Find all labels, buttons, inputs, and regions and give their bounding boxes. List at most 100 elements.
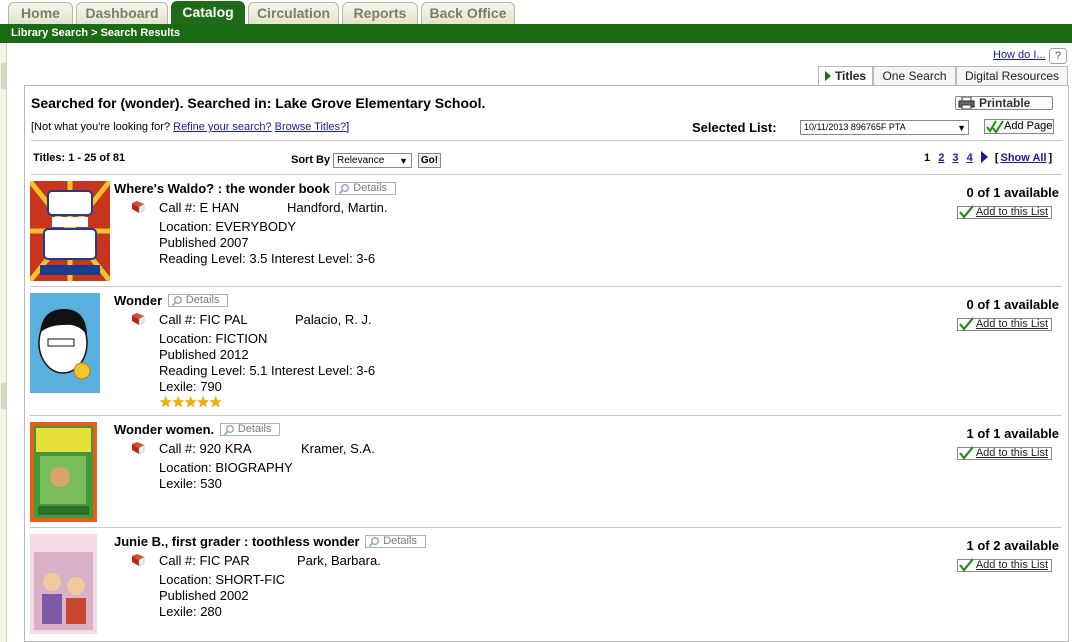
triangle-right-icon [824, 71, 831, 81]
author: Handford, Martin. [287, 200, 388, 215]
details-label: Details [185, 294, 220, 306]
result-title[interactable]: Wonder Details [114, 293, 229, 308]
page-link-3[interactable]: 3 [952, 152, 958, 164]
page-link-4[interactable]: 4 [967, 152, 973, 164]
result-title-text[interactable]: Junie B., first grader : toothless wonde… [114, 534, 360, 549]
tab-reports[interactable]: Reports [342, 2, 418, 24]
call-number: Call #: 920 KRA Kramer, S.A. [159, 441, 375, 456]
divider [31, 174, 1062, 175]
tab-home[interactable]: Home [8, 2, 73, 24]
details-button[interactable]: Details [335, 182, 396, 195]
tab-titles[interactable]: Titles [818, 66, 873, 86]
cover-image [30, 534, 97, 634]
call-number: Call #: FIC PAL Palacio, R. J. [159, 312, 372, 327]
details-button[interactable]: Details [167, 294, 229, 307]
double-check-icon [986, 120, 1004, 134]
call-number-text: Call #: FIC PAR [159, 553, 250, 568]
details-label: Details [237, 423, 272, 435]
bracket-close: ] [1048, 152, 1053, 164]
details-label: Details [383, 535, 417, 547]
browse-titles-link[interactable]: Browse Titles? [275, 121, 347, 133]
cover-image [30, 181, 110, 281]
pagination: 1 2 3 4 [Show All] [924, 151, 1057, 164]
left-edge-handle[interactable] [0, 43, 7, 642]
add-to-list-label: Add to this List [975, 447, 1048, 459]
book-cover[interactable] [30, 422, 110, 522]
result-title-text[interactable]: Wonder women. [114, 422, 214, 437]
printable-button[interactable]: Printable [955, 96, 1053, 110]
not-what-message: [Not what you're looking for? Refine you… [31, 121, 349, 133]
add-to-list-button[interactable]: Add to this List [956, 317, 1052, 331]
tab-back-office[interactable]: Back Office [421, 2, 515, 24]
star-icon: ★ [196, 394, 210, 411]
tab-digital-resources[interactable]: Digital Resources [956, 66, 1068, 86]
result-item: Junie B., first grader : toothless wonde… [30, 534, 1062, 642]
lexile: Lexile: 530 [159, 476, 222, 491]
details-button[interactable]: Details [219, 423, 281, 436]
result-item: Where's Waldo? : the wonder book Details… [30, 181, 1062, 287]
details-button[interactable]: Details [365, 535, 426, 548]
add-page-button[interactable]: Add Page [984, 119, 1054, 134]
divider [31, 140, 1062, 141]
result-title[interactable]: Where's Waldo? : the wonder book Details [114, 181, 396, 196]
tab-one-search[interactable]: One Search [873, 66, 956, 86]
add-to-list-label: Add to this List [975, 318, 1048, 330]
magnifier-icon [339, 184, 350, 194]
cover-image [30, 293, 100, 393]
magnifier-icon [223, 425, 234, 435]
tab-catalog[interactable]: Catalog [171, 1, 245, 24]
page-current: 1 [924, 152, 931, 164]
next-page-icon[interactable] [980, 151, 988, 163]
book-cover[interactable] [30, 534, 110, 634]
tab-titles-label: Titles [834, 69, 867, 83]
result-title-text[interactable]: Where's Waldo? : the wonder book [114, 181, 330, 196]
cover-image [30, 422, 97, 522]
location: Location: SHORT-FIC [159, 572, 286, 587]
tab-circulation[interactable]: Circulation [248, 2, 339, 24]
selected-list-label: Selected List: [692, 120, 777, 135]
edge-nub [1, 383, 6, 409]
add-to-list-button[interactable]: Add to this List [956, 558, 1052, 572]
book-icon [132, 201, 145, 214]
edge-nub [1, 63, 6, 89]
book-icon [132, 313, 145, 326]
result-title[interactable]: Wonder women. Details [114, 422, 281, 437]
add-to-list-button[interactable]: Add to this List [956, 446, 1052, 460]
author: Park, Barbara. [297, 553, 381, 568]
result-title[interactable]: Junie B., first grader : toothless wonde… [114, 534, 426, 549]
lexile: Lexile: 280 [159, 604, 222, 619]
how-do-i-link[interactable]: How do I... [993, 49, 1046, 61]
location: Location: EVERYBODY [159, 219, 297, 234]
details-label: Details [353, 182, 387, 194]
sort-by-select[interactable]: Relevance ▼ [333, 153, 412, 168]
page-link-2[interactable]: 2 [938, 152, 944, 164]
refine-search-link[interactable]: Refine your search? [173, 121, 271, 133]
published: Published 2007 [159, 235, 249, 250]
result-title-text[interactable]: Wonder [114, 293, 162, 308]
book-cover[interactable] [30, 293, 110, 393]
book-icon [132, 554, 145, 567]
show-all-link[interactable]: Show All [1000, 152, 1046, 164]
main-nav: Home Dashboard Catalog Circulation Repor… [0, 0, 1072, 24]
bracket-open: [ [994, 152, 999, 164]
go-button[interactable]: Go! [418, 153, 441, 168]
add-to-list-label: Add to this List [975, 559, 1048, 571]
add-page-label: Add Page [1004, 120, 1053, 132]
selected-list-select[interactable]: 10/11/2013 896765F PTA ▼ [800, 120, 969, 135]
levels: Reading Level: 3.5 Interest Level: 3-6 [159, 251, 376, 266]
lexile: Lexile: 790 [159, 379, 222, 394]
availability: 1 of 2 available [966, 538, 1060, 553]
results-count: Titles: 1 - 25 of 81 [33, 152, 126, 164]
tab-dashboard[interactable]: Dashboard [76, 2, 168, 24]
magnifier-icon [369, 537, 380, 547]
availability: 0 of 1 available [966, 185, 1060, 200]
check-icon [958, 446, 974, 460]
published: Published 2002 [159, 588, 249, 603]
result-item: Wonder women. Details Call #: 920 KRA Kra… [30, 422, 1062, 528]
printer-icon [958, 97, 975, 109]
check-icon [958, 205, 974, 219]
help-button[interactable]: ? [1049, 48, 1067, 64]
add-to-list-button[interactable]: Add to this List [956, 205, 1052, 219]
published: Published 2012 [159, 347, 249, 362]
book-cover[interactable] [30, 181, 110, 281]
